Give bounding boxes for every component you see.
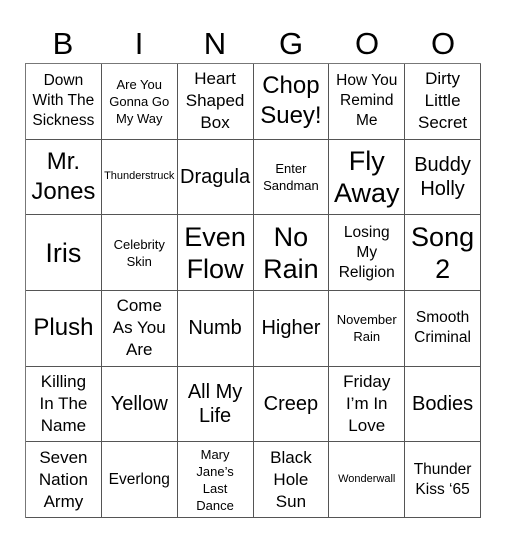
cell-text: Song 2 — [411, 221, 475, 284]
cell-text: Even Flow — [184, 221, 246, 284]
cell-text: Numb — [188, 317, 242, 340]
bingo-cell[interactable]: Yellow — [101, 366, 178, 443]
cell-text: Fly Away — [333, 145, 400, 208]
cell-text: Seven Nation Army — [38, 447, 88, 511]
bingo-cell[interactable]: Seven Nation Army — [26, 442, 102, 518]
bingo-grid: Down With The Sickness Are You Gonna Go … — [25, 63, 481, 518]
header-letter-b: B — [52, 26, 74, 61]
cell-text: Bodies — [412, 392, 474, 415]
cell-text: Celebrity Skin — [113, 236, 165, 269]
cell-text: Friday I’m In Love — [343, 371, 391, 435]
bingo-cell[interactable]: All My Life — [177, 366, 254, 443]
bingo-cell[interactable]: Dragula — [177, 139, 254, 216]
cell-text: Mary Jane’s Last Dance — [196, 446, 234, 513]
bingo-cell[interactable]: Thunderstruck — [101, 139, 178, 216]
bingo-cell[interactable]: Everlong — [101, 442, 178, 518]
bingo-cell[interactable]: Buddy Holly — [405, 139, 481, 216]
cell-text: Higher — [261, 317, 321, 340]
bingo-cell[interactable]: November Rain — [329, 290, 406, 367]
header-letter-g: G — [278, 26, 304, 61]
bingo-cell[interactable]: Chop Suey! — [253, 64, 330, 140]
bingo-cell[interactable]: Friday I’m In Love — [329, 366, 406, 443]
bingo-cell[interactable]: Creep — [253, 366, 330, 443]
bingo-cell[interactable]: Down With The Sickness — [26, 64, 102, 140]
bingo-cell[interactable]: Losing My Religion — [329, 215, 406, 291]
bingo-cell[interactable]: Are You Gonna Go My Way — [101, 64, 178, 140]
bingo-cell[interactable]: Black Hole Sun — [253, 442, 330, 518]
header-letter-o2: O — [430, 26, 456, 61]
cell-text: Losing My Religion — [338, 223, 395, 281]
bingo-cell[interactable]: Killing In The Name — [26, 366, 102, 443]
bingo-header: B I N G O O — [25, 24, 481, 64]
cell-text: Black Hole Sun — [270, 447, 312, 511]
bingo-cell[interactable]: Iris — [26, 215, 102, 291]
cell-text: Everlong — [108, 470, 170, 488]
cell-text: Enter Sandman — [263, 160, 319, 193]
bingo-cell[interactable]: Wonderwall — [329, 442, 406, 518]
bingo-cell[interactable]: Mary Jane’s Last Dance — [177, 442, 254, 518]
cell-text: All My Life — [187, 380, 243, 427]
cell-text: Iris — [45, 237, 82, 268]
cell-text: Heart Shaped Box — [185, 69, 245, 133]
bingo-cell[interactable]: Come As You Are — [101, 290, 178, 367]
cell-text: Buddy Holly — [414, 153, 471, 200]
bingo-cell[interactable]: Mr. Jones — [26, 139, 102, 216]
bingo-cell[interactable]: No Rain — [253, 215, 330, 291]
bingo-cell[interactable]: Numb — [177, 290, 254, 367]
bingo-cell[interactable]: Higher — [253, 290, 330, 367]
cell-text: Down With The Sickness — [32, 72, 95, 130]
bingo-cell[interactable]: How You Remind Me — [329, 64, 406, 140]
header-letter-o1: O — [354, 26, 380, 61]
cell-text: Are You Gonna Go My Way — [109, 76, 170, 126]
cell-text: Dirty Little Secret — [418, 69, 468, 133]
cell-text: Chop Suey! — [260, 72, 322, 130]
cell-text: Come As You Are — [112, 296, 166, 360]
cell-text: Dragula — [180, 165, 251, 188]
bingo-cell[interactable]: Celebrity Skin — [101, 215, 178, 291]
cell-text: Wonderwall — [338, 473, 396, 486]
bingo-cell[interactable]: Fly Away — [329, 139, 406, 216]
bingo-cell[interactable]: Song 2 — [405, 215, 481, 291]
header-letter-n: N — [203, 26, 227, 61]
bingo-cell[interactable]: Plush — [26, 290, 102, 367]
cell-text: Smooth Criminal — [414, 309, 471, 347]
cell-text: Thunderstruck — [104, 170, 175, 183]
cell-text: Thunder Kiss ‘65 — [413, 460, 472, 498]
cell-text: Creep — [263, 392, 319, 415]
cell-text: How You Remind Me — [336, 72, 398, 130]
cell-text: November Rain — [336, 312, 397, 345]
cell-text: Mr. Jones — [31, 147, 96, 205]
cell-text: Killing In The Name — [39, 371, 88, 435]
bingo-cell[interactable]: Heart Shaped Box — [177, 64, 254, 140]
header-letter-i: I — [134, 26, 144, 61]
bingo-cell[interactable]: Dirty Little Secret — [405, 64, 481, 140]
cell-text: Yellow — [110, 392, 168, 415]
bingo-cell[interactable]: Bodies — [405, 366, 481, 443]
bingo-cell[interactable]: Even Flow — [177, 215, 254, 291]
bingo-cell[interactable]: Enter Sandman — [253, 139, 330, 216]
bingo-cell[interactable]: Thunder Kiss ‘65 — [405, 442, 481, 518]
cell-text: Plush — [33, 314, 94, 342]
bingo-cell[interactable]: Smooth Criminal — [405, 290, 481, 367]
cell-text: No Rain — [263, 221, 319, 284]
